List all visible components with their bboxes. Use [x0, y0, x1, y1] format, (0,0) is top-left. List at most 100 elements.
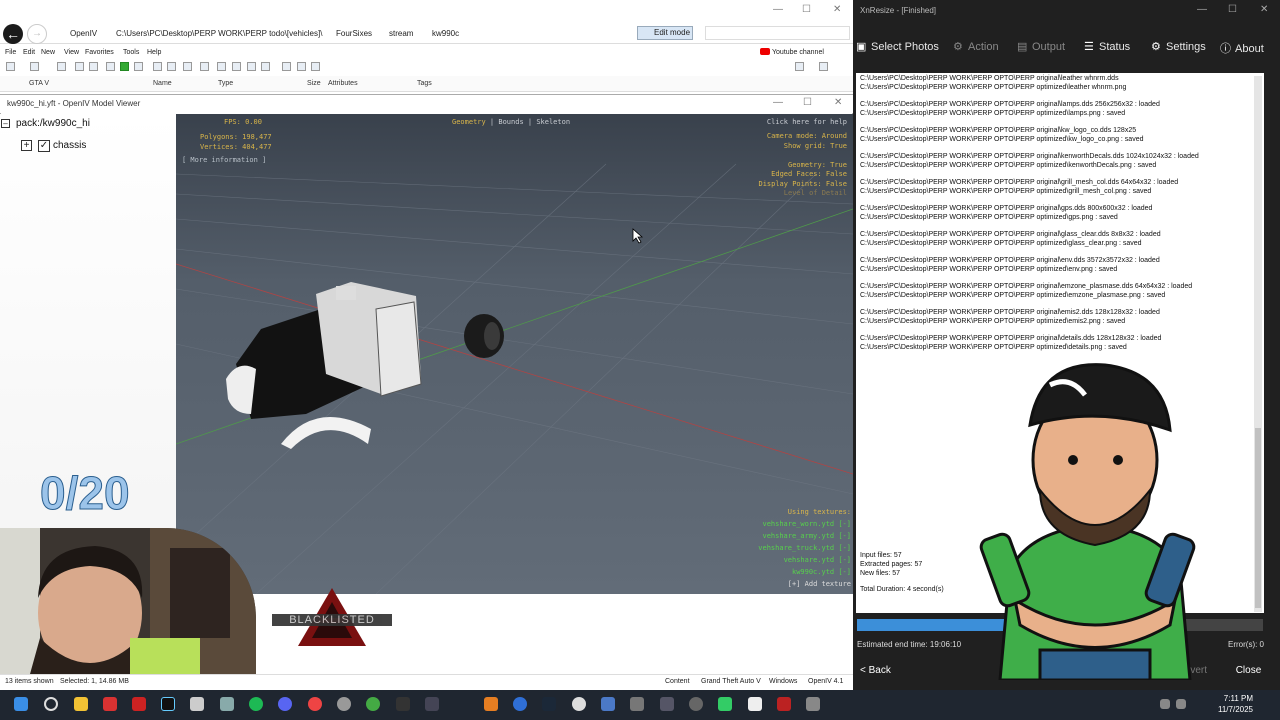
tiktok-icon[interactable] — [161, 697, 175, 711]
menu-view[interactable]: View — [64, 49, 79, 56]
back-button[interactable]: < Back — [857, 662, 912, 680]
chrome-icon[interactable] — [366, 697, 380, 711]
column-type[interactable]: Type — [218, 80, 233, 87]
start-icon[interactable] — [14, 697, 28, 711]
close-button[interactable]: Close — [1226, 662, 1271, 680]
tab-action[interactable]: ⚙ Action — [953, 40, 999, 53]
clock-time[interactable]: 7:11 PM — [1213, 694, 1253, 703]
help-link[interactable]: Click here for help — [767, 118, 847, 126]
tree-root-gta-v[interactable]: GTA V — [29, 80, 49, 87]
menu-file[interactable]: File — [5, 49, 16, 56]
app-icon[interactable] — [132, 697, 146, 711]
app-icon[interactable] — [689, 697, 703, 711]
texture-item[interactable]: vehshare_army.ytd [-] — [758, 530, 851, 542]
menu-edit[interactable]: Edit — [23, 49, 35, 56]
openiv-icon[interactable] — [190, 697, 204, 711]
camera-mode[interactable]: Camera mode: Around — [758, 132, 847, 142]
breadcrumb-kw990c[interactable]: kw990c — [432, 29, 459, 38]
level-of-detail[interactable]: Level of Detail — [758, 189, 847, 199]
breadcrumb-path[interactable]: C:\Users\PC\Desktop\PERP WORK\PERP todo\… — [116, 29, 322, 38]
new-folder-icon[interactable] — [30, 62, 39, 71]
column-size[interactable]: Size — [307, 80, 321, 87]
import-icon[interactable] — [200, 62, 209, 71]
volume-icon[interactable] — [1176, 699, 1186, 709]
app-icon[interactable] — [484, 697, 498, 711]
export-icon[interactable] — [217, 62, 226, 71]
play-icon[interactable] — [120, 62, 129, 71]
app-icon[interactable] — [513, 697, 527, 711]
epic-games-icon[interactable] — [396, 697, 410, 711]
back-button[interactable]: ← — [3, 24, 23, 44]
forward-button[interactable]: → — [27, 24, 47, 44]
display-points-toggle[interactable]: Display Points: False — [758, 180, 847, 190]
clock-date[interactable]: 11/7/2025 — [1205, 705, 1253, 714]
app-icon[interactable] — [806, 697, 820, 711]
close-icon[interactable]: ✕ — [1260, 4, 1268, 15]
archive-icon[interactable] — [282, 62, 291, 71]
view-mode-icon[interactable] — [795, 62, 804, 71]
column-tags[interactable]: Tags — [417, 80, 432, 87]
tab-geometry[interactable]: Geometry — [452, 118, 486, 126]
menu-tools[interactable]: Tools — [123, 49, 139, 56]
tab-about[interactable]: ⓘ About — [1220, 40, 1264, 56]
status-version[interactable]: OpenIV 4.1 — [808, 678, 843, 685]
search-input[interactable] — [705, 26, 850, 40]
tab-output[interactable]: ▤ Output — [1017, 40, 1065, 53]
edit-icon[interactable] — [153, 62, 162, 71]
select-icon[interactable] — [261, 62, 270, 71]
maximize-icon[interactable]: ☐ — [1228, 4, 1237, 15]
tree-node-chassis[interactable]: chassis — [53, 140, 86, 151]
steam-icon[interactable] — [542, 697, 556, 711]
column-name[interactable]: Name — [153, 80, 172, 87]
new-file-icon[interactable] — [6, 62, 15, 71]
delete-icon[interactable] — [247, 62, 256, 71]
geometry-toggle[interactable]: Geometry: True — [758, 161, 847, 171]
show-grid[interactable]: Show grid: True — [758, 142, 847, 152]
tab-settings[interactable]: ⚙ Settings — [1151, 40, 1206, 53]
obs-icon[interactable] — [337, 697, 351, 711]
menu-help[interactable]: Help — [147, 49, 161, 56]
spotify-icon[interactable] — [249, 697, 263, 711]
status-os[interactable]: Windows — [769, 678, 797, 685]
log-scrollbar-thumb[interactable] — [1255, 428, 1261, 608]
youtube-channel-link[interactable]: Youtube channel — [760, 48, 824, 56]
refresh-icon[interactable] — [57, 62, 66, 71]
chassis-checkbox[interactable]: ✓ — [38, 140, 50, 152]
move-icon[interactable] — [89, 62, 98, 71]
minimize-icon[interactable]: — — [1197, 4, 1207, 15]
chrome-icon[interactable] — [308, 697, 322, 711]
breadcrumb-stream[interactable]: stream — [389, 29, 413, 38]
tree-node-pack[interactable]: pack:/kw990c_hi — [16, 118, 90, 129]
edged-faces-toggle[interactable]: Edged Faces: False — [758, 170, 847, 180]
notepad-icon[interactable] — [748, 697, 762, 711]
copy-icon[interactable] — [75, 62, 84, 71]
tab-bounds[interactable]: Bounds — [498, 118, 523, 126]
3d-viewport[interactable]: FPS: 0.00 Polygons: 198,477 Vertices: 40… — [176, 114, 853, 594]
status-content[interactable]: Content — [665, 678, 690, 685]
minimize-icon[interactable]: — — [773, 4, 783, 15]
layout-icon[interactable] — [819, 62, 828, 71]
maximize-icon[interactable]: ☐ — [803, 97, 812, 108]
texture-item[interactable]: vehshare.ytd [-] — [758, 554, 851, 566]
status-game[interactable]: Grand Theft Auto V — [701, 678, 761, 685]
app-icon[interactable] — [103, 697, 117, 711]
save-icon[interactable] — [134, 62, 143, 71]
tab-select-photos[interactable]: ▣ Select Photos — [856, 40, 939, 53]
collapse-icon[interactable]: – — [1, 119, 10, 128]
app-icon[interactable] — [572, 697, 586, 711]
tab-skeleton[interactable]: Skeleton — [536, 118, 570, 126]
more-information-link[interactable]: [ More information ] — [182, 156, 266, 164]
maximize-icon[interactable]: ☐ — [802, 4, 811, 15]
expand-icon[interactable]: + — [21, 140, 32, 151]
app-icon[interactable] — [777, 697, 791, 711]
app-icon[interactable] — [425, 697, 439, 711]
add-icon[interactable] — [297, 62, 306, 71]
menu-favorites[interactable]: Favorites — [85, 49, 114, 56]
minimize-icon[interactable]: — — [773, 97, 783, 108]
menu-new[interactable]: New — [41, 49, 55, 56]
app-icon[interactable] — [601, 697, 615, 711]
texture-item[interactable]: kw990c.ytd [-] — [758, 566, 851, 578]
app-icon[interactable] — [718, 697, 732, 711]
column-attributes[interactable]: Attributes — [328, 80, 358, 87]
rename-icon[interactable] — [232, 62, 241, 71]
